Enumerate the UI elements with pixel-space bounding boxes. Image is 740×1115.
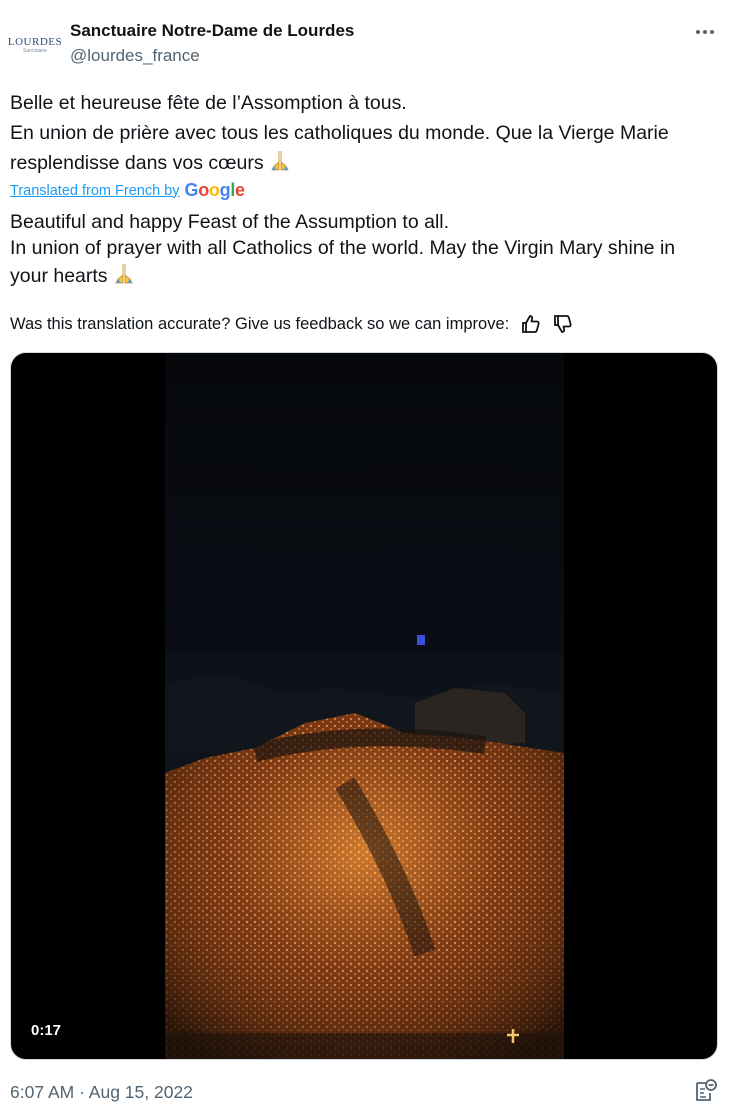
avatar-logo-text: LOURDES bbox=[7, 35, 63, 48]
video-frame bbox=[165, 353, 564, 1059]
community-notes-icon bbox=[696, 1079, 717, 1101]
thumbs-up-button[interactable] bbox=[521, 314, 541, 334]
translation-line-with-emoji: In union of prayer with all Catholics of… bbox=[10, 235, 710, 292]
community-notes-button[interactable] bbox=[692, 1078, 718, 1109]
tweet-line-with-emoji: En union de prière avec tous les catholi… bbox=[10, 118, 710, 181]
video-duration: 0:17 bbox=[27, 1020, 66, 1041]
thumbs-down-button[interactable] bbox=[553, 314, 573, 334]
candlelight-procession-image bbox=[165, 635, 564, 1059]
tweet-line: Belle et heureuse fête de l’Assomption à… bbox=[10, 92, 407, 114]
author-name[interactable]: Sanctuaire Notre-Dame de Lourdes bbox=[70, 21, 354, 41]
thumbs-up-icon bbox=[522, 315, 540, 333]
tweet-line: En union de prière avec tous les catholi… bbox=[10, 122, 669, 174]
folded-hands-emoji bbox=[112, 261, 136, 292]
feedback-prompt: Was this translation accurate? Give us f… bbox=[10, 314, 510, 333]
post-timestamp[interactable]: 6:07 AM · Aug 15, 2022 bbox=[10, 1082, 193, 1103]
more-options-button[interactable] bbox=[690, 18, 720, 46]
translation-line: In union of prayer with all Catholics of… bbox=[10, 237, 676, 287]
translation-line: Beautiful and happy Feast of the Assumpt… bbox=[10, 211, 450, 233]
thumbs-down-icon bbox=[554, 315, 572, 333]
author-handle[interactable]: @lourdes_france bbox=[70, 46, 200, 66]
author-avatar[interactable]: LOURDES Sanctuaire bbox=[7, 24, 63, 66]
tweet-text-translation: Beautiful and happy Feast of the Assumpt… bbox=[10, 209, 710, 292]
video-player[interactable]: 0:17 bbox=[10, 352, 718, 1060]
translation-attribution: Translated from French by Google bbox=[10, 180, 245, 201]
folded-hands-emoji bbox=[268, 148, 292, 181]
tweet-text-original: Belle et heureuse fête de l’Assomption à… bbox=[10, 88, 710, 181]
translated-from-link[interactable]: Translated from French by bbox=[10, 183, 180, 199]
google-logo: Google bbox=[184, 180, 246, 200]
translation-feedback: Was this translation accurate? Give us f… bbox=[10, 314, 573, 334]
more-dots-icon bbox=[696, 30, 714, 34]
avatar-logo-subtext: Sanctuaire bbox=[23, 47, 47, 54]
